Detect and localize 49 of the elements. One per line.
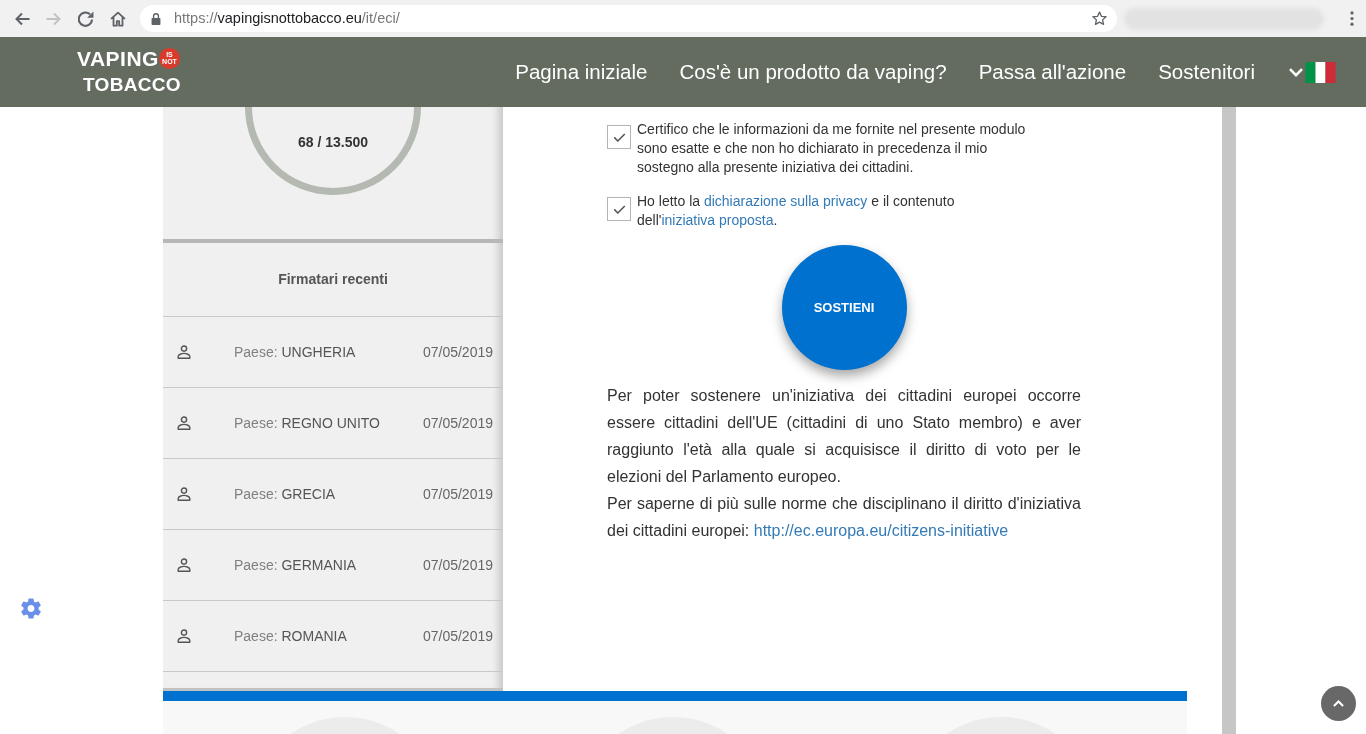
checkmark-icon: [612, 204, 626, 214]
person-icon: [177, 487, 191, 501]
country-text: Paese: GRECIA: [234, 484, 337, 504]
country-text: Paese: ROMANIA: [234, 626, 348, 646]
chevron-up-icon: [1333, 700, 1344, 707]
support-button[interactable]: SOSTIENI: [781, 245, 907, 370]
consent-text: Certifico che le informazioni da me fornite nel presente modulo sono esatte e che non ho dichiarato in precedenza il mio sostegno alla presente iniziativa dei cittadini.: [637, 120, 1027, 177]
nav-link[interactable]: Pagina iniziale: [515, 56, 648, 88]
url-text: https://vapingisnottobacco.eu/it/eci/: [174, 8, 400, 28]
logo-text[interactable]: TOBACCO: [83, 75, 181, 95]
person-icon: [177, 629, 191, 643]
nav-link[interactable]: Sostenitori: [1158, 56, 1255, 88]
section-title: Firmatari recenti: [278, 270, 388, 289]
consent-text: Ho letto la dichiarazione sulla privacy e il contenuto dell'iniziativa proposta.: [637, 192, 956, 230]
date-text: 07/05/2019: [422, 484, 493, 504]
menu-icon[interactable]: [1350, 11, 1354, 26]
inline-link[interactable]: iniziativa proposta: [661, 212, 774, 228]
date-text: 07/05/2019: [422, 342, 493, 362]
address-bar[interactable]: https://vapingisnottobacco.eu/it/eci/: [140, 5, 1117, 32]
inline-link[interactable]: http://ec.europa.eu/citizens-initiative: [753, 522, 1009, 539]
country-text: Paese: UNGHERIA: [234, 342, 357, 362]
date-text: 07/05/2019: [422, 555, 493, 575]
inline-link[interactable]: dichiarazione sulla privacy: [703, 193, 868, 209]
chevron-down-icon: [1289, 67, 1303, 77]
star-icon[interactable]: [1092, 11, 1107, 26]
person-icon: [177, 345, 191, 359]
country-text: Paese: REGNO UNITO: [234, 413, 381, 433]
left-arrow-icon: [14, 10, 30, 27]
logo-text[interactable]: VAPING: [77, 49, 159, 69]
reload-icon: [78, 10, 94, 27]
date-text: 07/05/2019: [422, 626, 493, 646]
date-text: 07/05/2019: [422, 413, 493, 433]
checkbox[interactable]: [607, 197, 631, 221]
signature-count: 68 / 13.500: [296, 134, 370, 150]
checkmark-icon: [612, 132, 626, 142]
info-paragraph: Per saperne di più sulle norme che disciplinano il diritto d'iniziativa dei cittadini europei: http://ec.europa.eu/citizens-initiative: [607, 494, 1081, 541]
person-icon: [177, 416, 191, 430]
language-dropdown[interactable]: [1289, 61, 1336, 83]
right-arrow-icon: [46, 10, 62, 27]
nav-link[interactable]: Passa all'azione: [978, 56, 1127, 88]
info-paragraph: Per poter sostenere un'iniziativa dei cittadini europei occorre essere cittadini dell'UE (cittadini di uno Stato membro) e aver raggiunto l'età alla quale si acquisisce il diritto di voto per le elezioni del Parlamento europeo.: [607, 386, 1081, 487]
person-icon: [177, 558, 191, 572]
nav-link[interactable]: Cos'è un prodotto da vaping?: [679, 56, 947, 88]
country-text: Paese: GERMANIA: [234, 555, 358, 575]
flag-icon: [1305, 61, 1336, 83]
home-icon: [110, 10, 126, 27]
lock-icon: [151, 12, 161, 25]
checkbox[interactable]: [607, 125, 631, 149]
settings-icon[interactable]: [21, 598, 41, 619]
